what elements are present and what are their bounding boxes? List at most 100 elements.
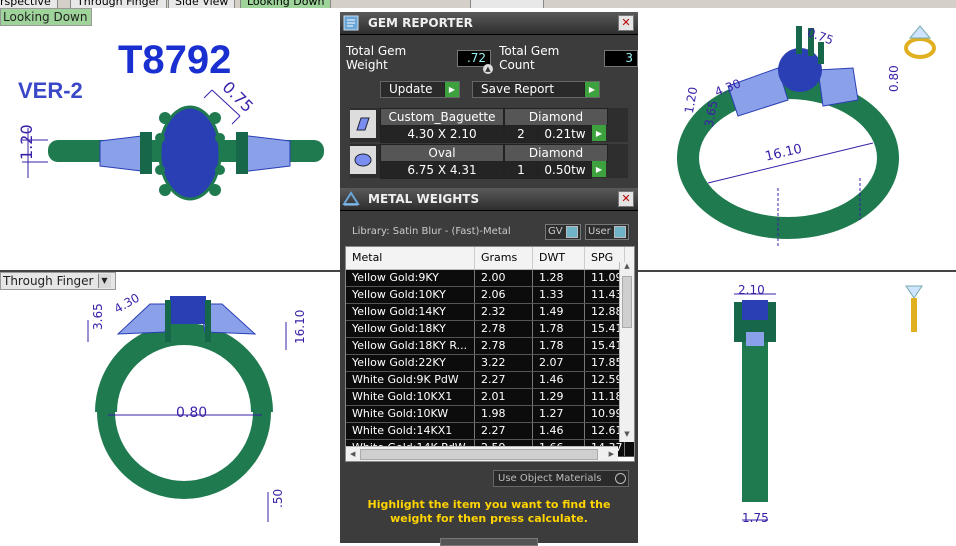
tab-through-finger[interactable]: Through Finger xyxy=(70,0,167,8)
viewport-perspective[interactable]: 16.10 0.75 4.30 3.65 0.80 1.20 xyxy=(638,8,956,270)
use-object-materials-toggle[interactable]: Use Object Materials xyxy=(493,470,629,487)
ring-side-view-drawing: 2.10 1.75 xyxy=(734,283,923,525)
table-cell: 1.33 xyxy=(533,287,585,303)
vertical-scrollbar[interactable]: ▲ ▼ xyxy=(619,262,634,442)
table-cell: White Gold:14KX1 xyxy=(346,423,475,439)
baguette-gem-icon xyxy=(350,110,376,138)
table-header: Metal Grams DWT SPG xyxy=(346,247,634,270)
svg-text:0.80: 0.80 xyxy=(887,65,901,92)
svg-text:4.30: 4.30 xyxy=(112,291,142,316)
svg-text:1.20: 1.20 xyxy=(682,86,700,115)
table-cell: 2.01 xyxy=(475,389,533,405)
tab-extra[interactable] xyxy=(470,0,544,8)
total-gem-count-label: Total Gem Count xyxy=(499,44,560,72)
table-cell: 1.28 xyxy=(533,270,585,286)
table-cell: 1.78 xyxy=(533,338,585,354)
scroll-thumb[interactable] xyxy=(360,449,598,460)
dim-band-width: 1.75 xyxy=(742,511,769,525)
radio-icon xyxy=(615,473,626,484)
view-tab-bar: Perspective Through Finger Side View Loo… xyxy=(0,0,956,8)
scroll-up-icon[interactable]: ▲ xyxy=(620,262,634,274)
table-row[interactable]: Yellow Gold:18KY 2.78 1.78 15.41 xyxy=(346,321,634,338)
scroll-left-icon[interactable]: ◀ xyxy=(350,447,355,461)
table-cell: Yellow Gold:18KY xyxy=(346,321,475,337)
table-row[interactable]: Yellow Gold:18KY R... 2.78 1.78 15.41 xyxy=(346,338,634,355)
tab-looking-down[interactable]: Looking Down xyxy=(240,0,332,8)
table-cell: Yellow Gold:9KY xyxy=(346,270,475,286)
svg-text:.50: .50 xyxy=(271,489,285,508)
gem-weight: 0.21tw xyxy=(538,125,592,143)
table-row[interactable]: Yellow Gold:9KY 2.00 1.28 11.09 xyxy=(346,270,634,287)
scale-icon xyxy=(340,188,362,210)
viewport-looking-down[interactable]: Looking Down T8792 VER-2 0.75 1.20 xyxy=(0,8,340,270)
table-cell: 2.27 xyxy=(475,423,533,439)
calculate-instruction: Highlight the item you want to find the … xyxy=(367,498,611,525)
metal-weights-title: METAL WEIGHTS xyxy=(368,192,480,206)
svg-text:16.10: 16.10 xyxy=(293,310,307,344)
table-cell: 1.46 xyxy=(533,423,585,439)
play-icon: ▶ xyxy=(584,82,599,97)
table-cell: 1.49 xyxy=(533,304,585,320)
gem-reporter-titlebar: GEM REPORTER ✕ xyxy=(340,12,638,35)
gem-material: Diamond xyxy=(504,144,608,162)
play-icon: ▶ xyxy=(444,82,459,97)
viewport-through-finger[interactable]: Through Finger ▼ 0.80 4.30 3.65 16.10 .5… xyxy=(0,272,340,543)
ring-perspective-drawing: 16.10 0.75 4.30 3.65 0.80 1.20 xyxy=(677,25,936,246)
metal-weights-table: Metal Grams DWT SPG Yellow Gold:9KY 2.00 1… xyxy=(345,246,635,462)
ring-front-view-drawing: 0.80 4.30 3.65 16.10 .50 xyxy=(87,291,307,522)
table-row[interactable]: White Gold:10KX1 2.01 1.29 11.18 xyxy=(346,389,634,406)
gem-count: 2 xyxy=(504,125,538,143)
table-cell: White Gold:10KX1 xyxy=(346,389,475,405)
table-cell: 1.27 xyxy=(533,406,585,422)
table-cell: 2.00 xyxy=(475,270,533,286)
tab-perspective[interactable]: Perspective xyxy=(0,0,58,8)
model-version: VER-2 xyxy=(18,78,83,103)
update-button[interactable]: Update ▶ xyxy=(380,81,460,98)
table-cell: White Gold:9K PdW xyxy=(346,372,475,388)
ring-perspective-icon[interactable] xyxy=(904,25,936,59)
viewport-side-view[interactable]: 2.10 1.75 xyxy=(638,272,956,543)
table-cell: 1.98 xyxy=(475,406,533,422)
table-row[interactable]: Yellow Gold:14KY 2.32 1.49 12.88 xyxy=(346,304,634,321)
gem-side xyxy=(742,300,768,320)
table-cell: Yellow Gold:10KY xyxy=(346,287,475,303)
table-row[interactable]: White Gold:10KW 1.98 1.27 10.99 xyxy=(346,406,634,423)
table-row[interactable]: Yellow Gold:22KY 3.22 2.07 17.85 xyxy=(346,355,634,372)
gem-row[interactable]: Custom_Baguette Diamond 4.30 X 2.10 2 0.… xyxy=(350,108,628,143)
table-cell: 1.46 xyxy=(533,372,585,388)
oval-gem-icon xyxy=(350,146,376,174)
dim-band-height: 1.20 xyxy=(17,124,36,160)
close-icon[interactable]: ✕ xyxy=(618,191,634,207)
gem-side-icon[interactable] xyxy=(905,285,923,332)
collapse-icon[interactable]: ▲ xyxy=(483,64,493,74)
gv-checkbox[interactable]: GV xyxy=(545,224,581,240)
scroll-thumb[interactable] xyxy=(622,276,632,328)
play-icon[interactable]: ▶ xyxy=(592,161,606,177)
gem-reporter-title: GEM REPORTER xyxy=(368,16,473,30)
play-icon[interactable]: ▶ xyxy=(592,125,606,141)
metal-weights-panel: METAL WEIGHTS ✕ Library: Satin Blur - (F… xyxy=(340,188,638,546)
metal-weights-titlebar: METAL WEIGHTS ✕ xyxy=(340,188,638,211)
total-gem-count-value: 3 xyxy=(604,49,639,67)
library-label: Library: Satin Blur - (Fast)-Metal xyxy=(352,226,511,237)
save-report-button[interactable]: Save Report ▶ xyxy=(472,81,600,98)
gem-row[interactable]: Oval Diamond 6.75 X 4.31 1 0.50tw ▶ xyxy=(350,144,628,179)
scroll-down-icon[interactable]: ▼ xyxy=(620,430,634,442)
oval-gem-front xyxy=(170,296,206,324)
gem-size: 4.30 X 2.10 xyxy=(380,125,504,143)
table-row[interactable]: Yellow Gold:10KY 2.06 1.33 11.43 xyxy=(346,287,634,304)
oval-gem-perspective xyxy=(778,48,822,92)
close-icon[interactable]: ✕ xyxy=(618,15,634,31)
tab-side-view[interactable]: Side View xyxy=(168,0,236,8)
user-checkbox[interactable]: User xyxy=(585,224,629,240)
scroll-right-icon[interactable]: ▶ xyxy=(609,447,614,461)
table-cell: Yellow Gold:18KY R... xyxy=(346,338,475,354)
gem-count: 1 xyxy=(504,161,538,179)
dim-ring-diameter: 0.80 xyxy=(176,405,207,421)
calculate-button[interactable] xyxy=(440,538,538,546)
table-row[interactable]: White Gold:14KX1 2.27 1.46 12.61 xyxy=(346,423,634,440)
table-row[interactable]: White Gold:9K PdW 2.27 1.46 12.59 xyxy=(346,372,634,389)
horizontal-scrollbar[interactable]: ◀ ▶ xyxy=(346,446,618,461)
table-cell: 2.32 xyxy=(475,304,533,320)
total-gem-weight-label: Total Gem Weight xyxy=(346,44,407,72)
